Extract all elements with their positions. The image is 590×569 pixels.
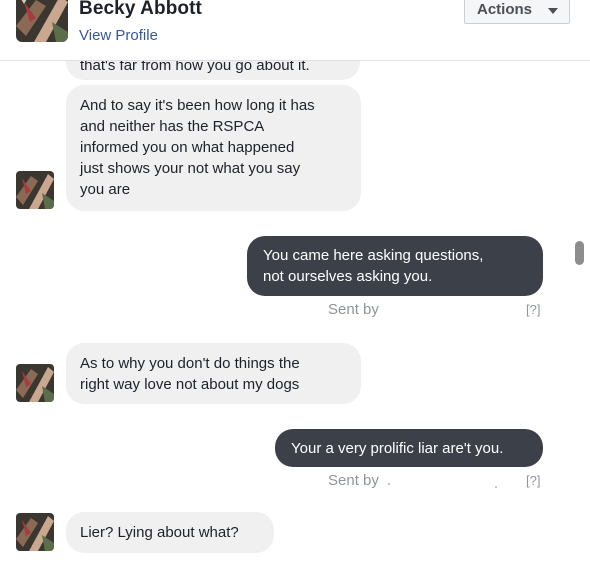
message-line: informed you on what happened xyxy=(80,139,295,156)
message-line: and neither has the RSPCA xyxy=(80,118,265,135)
outgoing-message: You came here asking questions, not ours… xyxy=(247,236,543,296)
message-line: right way love not about my dogs xyxy=(80,376,300,393)
message-line: And to say it's been how long it has xyxy=(80,97,315,114)
incoming-message: And to say it's been how long it has and… xyxy=(66,85,361,211)
message-line: you are xyxy=(80,181,131,198)
sent-by-label: Sent by xyxy=(328,301,379,318)
avatar[interactable] xyxy=(16,0,68,42)
help-link[interactable]: [?] xyxy=(526,302,540,317)
actions-label: Actions xyxy=(477,1,533,18)
incoming-message: Lier? Lying about what? xyxy=(66,512,274,553)
message-text: Your a very prolific liar are't you. xyxy=(291,440,504,457)
message-line: You came here asking questions, xyxy=(263,247,484,264)
outgoing-message: Your a very prolific liar are't you. xyxy=(275,429,543,467)
avatar[interactable] xyxy=(16,364,54,402)
message-text: Lier? Lying about what? xyxy=(80,524,239,541)
redaction-speck xyxy=(495,486,497,488)
avatar[interactable] xyxy=(16,513,54,551)
actions-button[interactable]: Actions xyxy=(464,0,570,24)
help-link[interactable]: [?] xyxy=(526,473,540,488)
conversation-window: Becky Abbott View Profile Actions that's… xyxy=(0,0,590,569)
conversation-header: Becky Abbott View Profile Actions xyxy=(0,0,590,61)
message-line: not ourselves asking you. xyxy=(263,268,433,285)
incoming-message: As to why you don't do things the right … xyxy=(66,343,361,404)
contact-name[interactable]: Becky Abbott xyxy=(79,0,202,20)
message-line: As to why you don't do things the xyxy=(80,355,300,372)
message-line: just shows your not what you say xyxy=(80,160,301,177)
caret-down-icon xyxy=(548,8,558,14)
view-profile-link[interactable]: View Profile xyxy=(79,27,158,44)
sent-by-label: Sent by xyxy=(328,472,379,489)
scrollbar-thumb[interactable] xyxy=(575,241,584,265)
redaction-speck xyxy=(388,483,390,485)
avatar[interactable] xyxy=(16,171,54,209)
